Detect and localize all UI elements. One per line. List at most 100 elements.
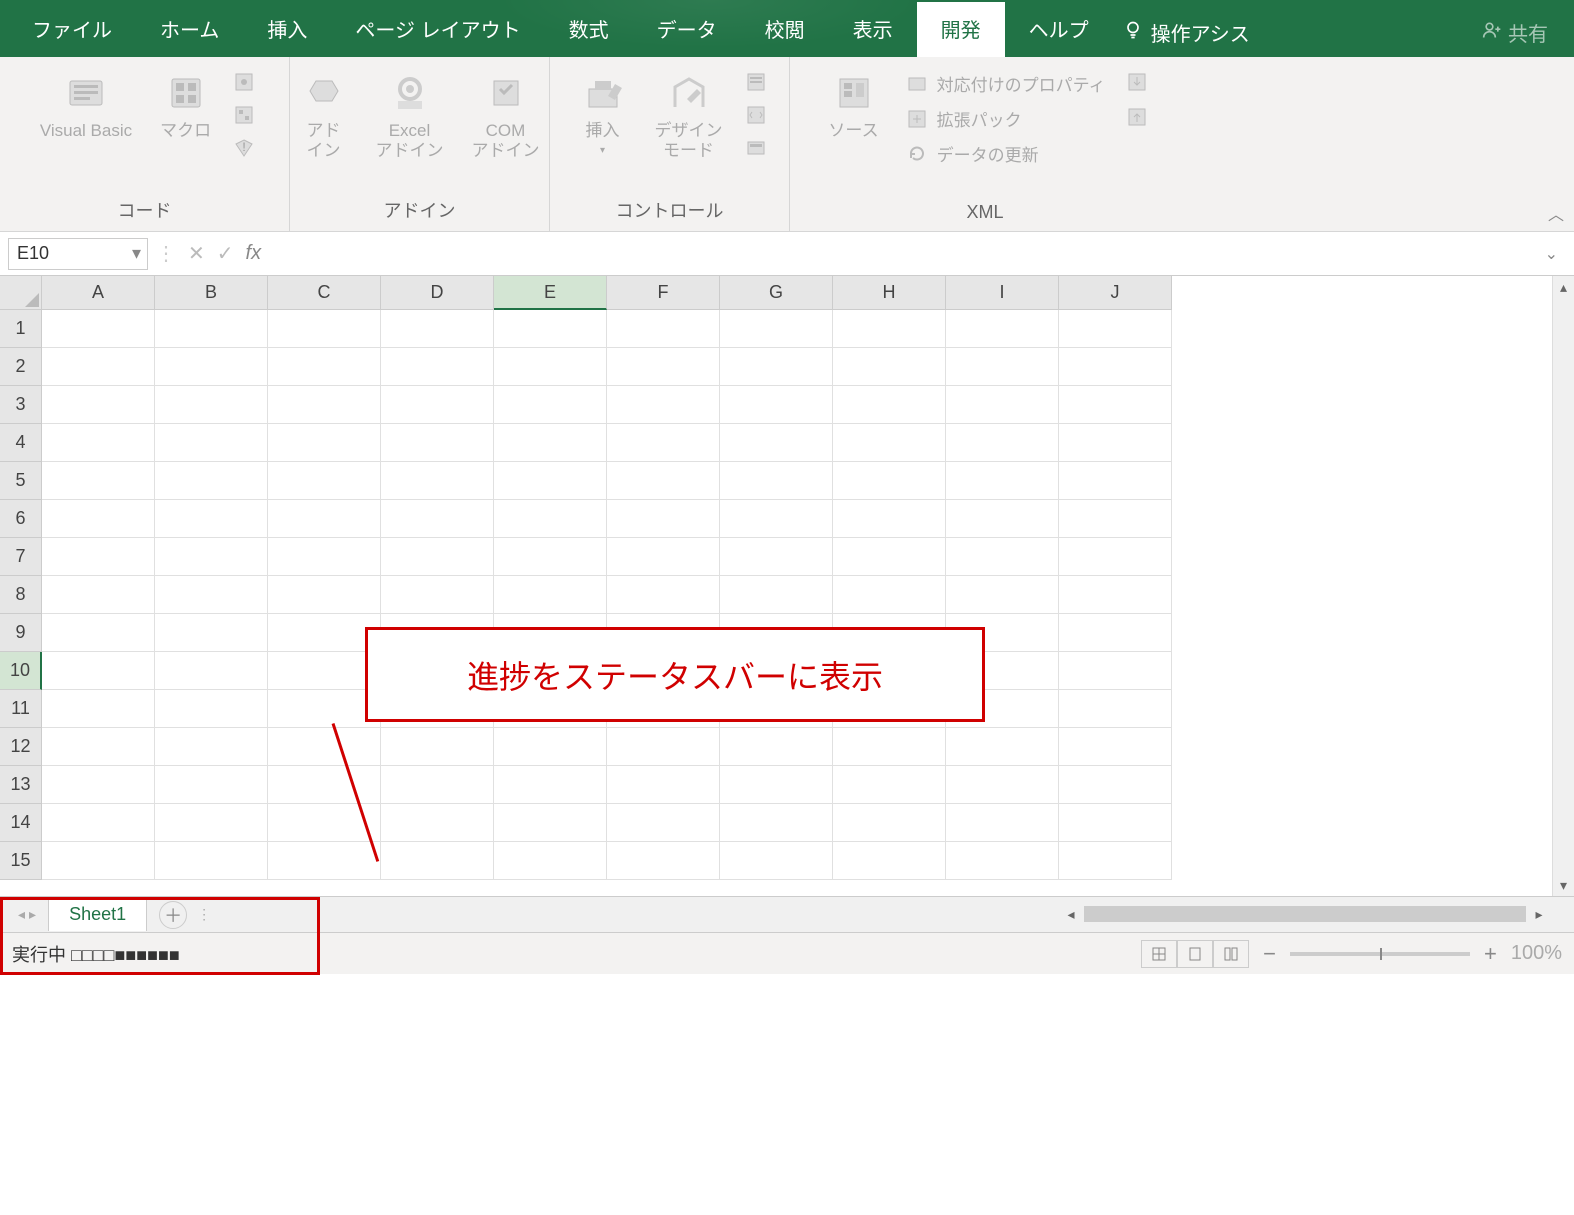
expand-formula-icon[interactable]: ⌄ — [1537, 244, 1566, 264]
cell[interactable] — [833, 842, 946, 880]
cell[interactable] — [381, 348, 494, 386]
sheet-nav-prev-icon[interactable]: ◂ — [18, 906, 25, 923]
cell[interactable] — [946, 804, 1059, 842]
cell[interactable] — [1059, 386, 1172, 424]
row-header[interactable]: 8 — [0, 576, 42, 614]
tab-page-layout[interactable]: ページ レイアウト — [331, 2, 544, 57]
cell[interactable] — [607, 310, 720, 348]
cell[interactable] — [833, 576, 946, 614]
cell[interactable] — [42, 348, 155, 386]
cell[interactable] — [268, 728, 381, 766]
cell[interactable] — [946, 842, 1059, 880]
cell[interactable] — [946, 386, 1059, 424]
cell[interactable] — [268, 842, 381, 880]
btn-addins[interactable]: アド イン — [294, 67, 354, 164]
cell[interactable] — [42, 386, 155, 424]
cell[interactable] — [268, 538, 381, 576]
cell[interactable] — [833, 462, 946, 500]
tab-review[interactable]: 校閲 — [741, 2, 829, 57]
cell[interactable] — [946, 310, 1059, 348]
run-dialog-icon[interactable] — [745, 137, 767, 162]
cell[interactable] — [494, 728, 607, 766]
row-header[interactable]: 6 — [0, 500, 42, 538]
row-header[interactable]: 1 — [0, 310, 42, 348]
cell[interactable] — [1059, 804, 1172, 842]
cell[interactable] — [42, 842, 155, 880]
cell[interactable] — [494, 766, 607, 804]
cell[interactable] — [494, 386, 607, 424]
cell[interactable] — [946, 462, 1059, 500]
cell[interactable] — [607, 804, 720, 842]
cell[interactable] — [494, 804, 607, 842]
cell[interactable] — [1059, 348, 1172, 386]
cell[interactable] — [833, 538, 946, 576]
cell[interactable] — [268, 348, 381, 386]
cell[interactable] — [381, 462, 494, 500]
column-header[interactable]: G — [720, 276, 833, 310]
cell[interactable] — [268, 462, 381, 500]
cell[interactable] — [42, 690, 155, 728]
cell[interactable] — [607, 766, 720, 804]
column-header[interactable]: J — [1059, 276, 1172, 310]
cancel-icon[interactable]: ✕ — [188, 241, 205, 266]
row-header[interactable]: 3 — [0, 386, 42, 424]
column-header[interactable]: I — [946, 276, 1059, 310]
cell[interactable] — [155, 614, 268, 652]
cell[interactable] — [1059, 500, 1172, 538]
cell[interactable] — [720, 424, 833, 462]
cell[interactable] — [494, 538, 607, 576]
cell[interactable] — [946, 538, 1059, 576]
cell[interactable] — [155, 500, 268, 538]
cell[interactable] — [946, 576, 1059, 614]
cell[interactable] — [833, 766, 946, 804]
view-normal-button[interactable] — [1141, 940, 1177, 968]
cell[interactable] — [268, 424, 381, 462]
cell[interactable] — [607, 424, 720, 462]
cell[interactable] — [720, 842, 833, 880]
tab-data[interactable]: データ — [633, 2, 741, 57]
cell[interactable] — [381, 310, 494, 348]
cell[interactable] — [833, 500, 946, 538]
share-button[interactable]: 共有 — [1464, 8, 1566, 57]
row-header[interactable]: 13 — [0, 766, 42, 804]
cell[interactable] — [155, 576, 268, 614]
cells-area[interactable] — [42, 310, 1172, 896]
zoom-level[interactable]: 100% — [1511, 942, 1562, 965]
scroll-down-icon[interactable]: ▾ — [1553, 874, 1574, 896]
vertical-scrollbar[interactable]: ▴ ▾ — [1552, 276, 1574, 896]
cell[interactable] — [833, 310, 946, 348]
zoom-out-button[interactable]: − — [1263, 941, 1276, 967]
cell[interactable] — [720, 576, 833, 614]
btn-excel-addins[interactable]: Excel アドイン — [370, 67, 450, 164]
cell[interactable] — [42, 424, 155, 462]
cell[interactable] — [381, 728, 494, 766]
column-header[interactable]: C — [268, 276, 381, 310]
btn-macros[interactable]: マクロ — [154, 67, 217, 143]
name-box[interactable]: E10 — [8, 238, 148, 270]
options-dots-icon[interactable]: ⋮ — [156, 241, 176, 266]
cell[interactable] — [494, 348, 607, 386]
row-header[interactable]: 7 — [0, 538, 42, 576]
cell[interactable] — [381, 804, 494, 842]
cell[interactable] — [720, 804, 833, 842]
btn-refresh-data[interactable]: データの更新 — [901, 139, 1110, 168]
row-header[interactable]: 10 — [0, 652, 42, 690]
cell[interactable] — [155, 348, 268, 386]
cell[interactable] — [720, 538, 833, 576]
cell[interactable] — [381, 842, 494, 880]
cell[interactable] — [42, 804, 155, 842]
tab-file[interactable]: ファイル — [8, 2, 136, 57]
column-header[interactable]: F — [607, 276, 720, 310]
btn-insert-control[interactable]: 挿入 ▾ — [573, 67, 633, 159]
sheet-nav-next-icon[interactable]: ▸ — [29, 906, 36, 923]
properties-icon[interactable] — [745, 71, 767, 96]
cell[interactable] — [1059, 614, 1172, 652]
cell[interactable] — [1059, 728, 1172, 766]
cell[interactable] — [833, 386, 946, 424]
cell[interactable] — [381, 424, 494, 462]
cell[interactable] — [155, 538, 268, 576]
cell[interactable] — [494, 424, 607, 462]
cell[interactable] — [155, 728, 268, 766]
tab-view[interactable]: 表示 — [829, 2, 917, 57]
cell[interactable] — [1059, 652, 1172, 690]
